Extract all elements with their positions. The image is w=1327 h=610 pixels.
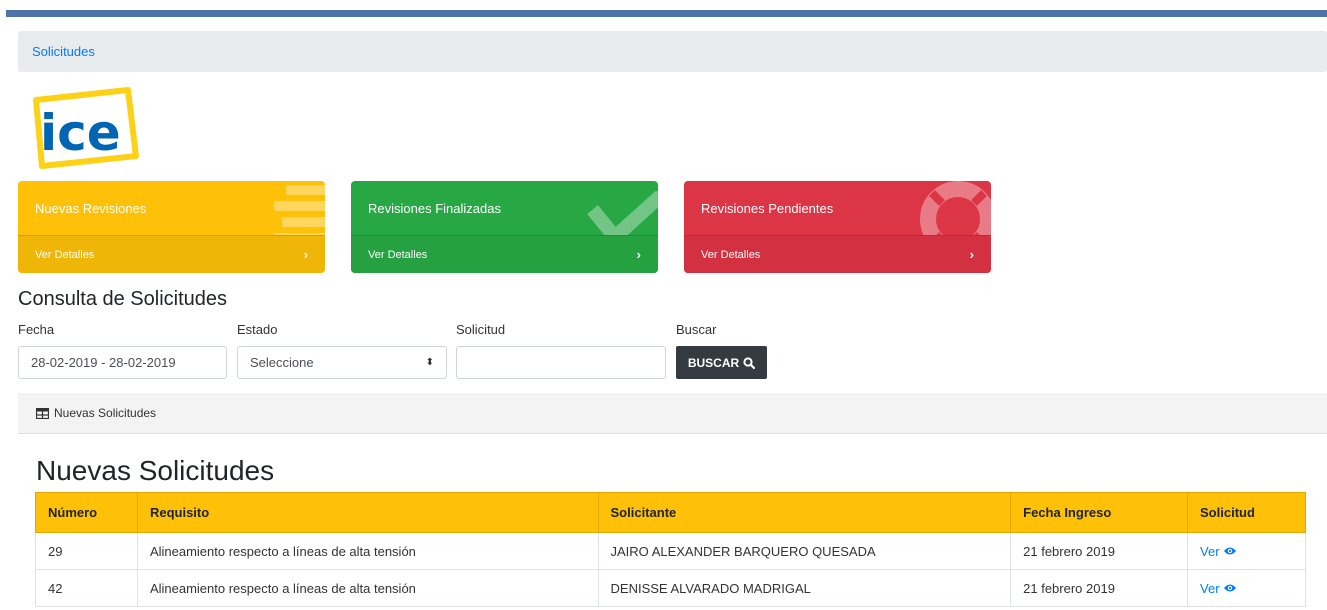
estado-select[interactable]: Seleccione ⬍ (237, 346, 447, 379)
table-header-row: Número Requisito Solicitante Fecha Ingre… (35, 492, 1306, 533)
chevron-right-icon: › (969, 247, 974, 262)
breadcrumb: Solicitudes (18, 31, 1327, 72)
card-details-link[interactable]: Ver Detalles › (684, 235, 991, 273)
ice-logo: ice (30, 86, 142, 172)
card-details-link[interactable]: Ver Detalles › (18, 235, 325, 273)
fecha-label: Fecha (18, 322, 55, 337)
column-header-fecha-ingreso: Fecha Ingreso (1010, 492, 1189, 533)
ver-link-label: Ver (1200, 580, 1220, 596)
solicitud-input[interactable] (456, 346, 666, 379)
chevron-right-icon: › (303, 247, 308, 262)
ver-link[interactable]: Ver (1200, 581, 1237, 596)
panel-header-label: Nuevas Solicitudes (54, 406, 157, 420)
cell-solicitud: Ver (1187, 532, 1306, 570)
search-icon (743, 356, 756, 369)
card-revisiones-finalizadas: Revisiones Finalizadas Ver Detalles › (351, 181, 658, 273)
cell-solicitante: DENISSE ALVARADO MADRIGAL (597, 569, 1012, 607)
table-title: Nuevas Solicitudes (36, 455, 275, 486)
card-title: Revisiones Finalizadas (368, 201, 501, 216)
list-icon (274, 185, 325, 241)
date-range-input[interactable]: 28-02-2019 - 28-02-2019 (18, 346, 227, 379)
table-row: 42 Alineamiento respecto a líneas de alt… (35, 569, 1306, 607)
card-link-label: Ver Detalles (701, 248, 761, 261)
date-range-value: 28-02-2019 - 28-02-2019 (31, 355, 176, 370)
card-revisiones-pendientes: Revisiones Pendientes Ver Detalles › (684, 181, 991, 273)
cell-solicitud: Ver (1187, 569, 1306, 607)
column-header-requisito: Requisito (136, 492, 599, 533)
cell-fecha: 21 febrero 2019 (1010, 569, 1189, 607)
solicitud-label: Solicitud (456, 322, 506, 337)
card-nuevas-revisiones: Nuevas Revisiones Ver Detalles › (18, 181, 325, 273)
cell-requisito: Alineamiento respecto a líneas de alta t… (136, 532, 599, 570)
buscar-label: Buscar (676, 322, 717, 337)
buscar-button-label: BUSCAR (687, 355, 740, 370)
chevron-right-icon: › (636, 247, 641, 262)
ver-link-label: Ver (1200, 543, 1220, 559)
estado-selected-value: Seleccione (250, 355, 314, 370)
column-header-solicitud: Solicitud (1187, 492, 1306, 533)
query-section-title: Consulta de Solicitudes (18, 288, 228, 310)
cell-fecha: 21 febrero 2019 (1010, 532, 1189, 570)
estado-label: Estado (237, 322, 278, 337)
eye-icon (1223, 547, 1236, 555)
card-details-link[interactable]: Ver Detalles › (351, 235, 658, 273)
card-link-label: Ver Detalles (368, 248, 428, 261)
select-arrows-icon: ⬍ (425, 357, 434, 368)
column-header-numero: Número (35, 492, 138, 533)
ver-link[interactable]: Ver (1200, 544, 1237, 559)
logo-text: ice (40, 104, 121, 162)
buscar-button[interactable]: BUSCAR (676, 346, 767, 379)
cell-numero: 29 (35, 532, 138, 570)
table-row: 29 Alineamiento respecto a líneas de alt… (35, 532, 1306, 570)
cell-solicitante: JAIRO ALEXANDER BARQUERO QUESADA (597, 532, 1012, 570)
cell-numero: 42 (35, 569, 138, 607)
card-link-label: Ver Detalles (35, 248, 95, 261)
card-title: Nuevas Revisiones (35, 201, 147, 216)
panel-header: Nuevas Solicitudes (18, 393, 1327, 434)
breadcrumb-link-solicitudes[interactable]: Solicitudes (32, 44, 95, 59)
column-header-solicitante: Solicitante (597, 492, 1012, 533)
eye-icon (1223, 584, 1236, 592)
card-title: Revisiones Pendientes (701, 201, 834, 216)
top-accent-bar (6, 10, 1327, 17)
cell-requisito: Alineamiento respecto a líneas de alta t… (136, 569, 599, 607)
table-icon (36, 407, 49, 419)
solicitudes-table: Número Requisito Solicitante Fecha Ingre… (35, 492, 1306, 607)
